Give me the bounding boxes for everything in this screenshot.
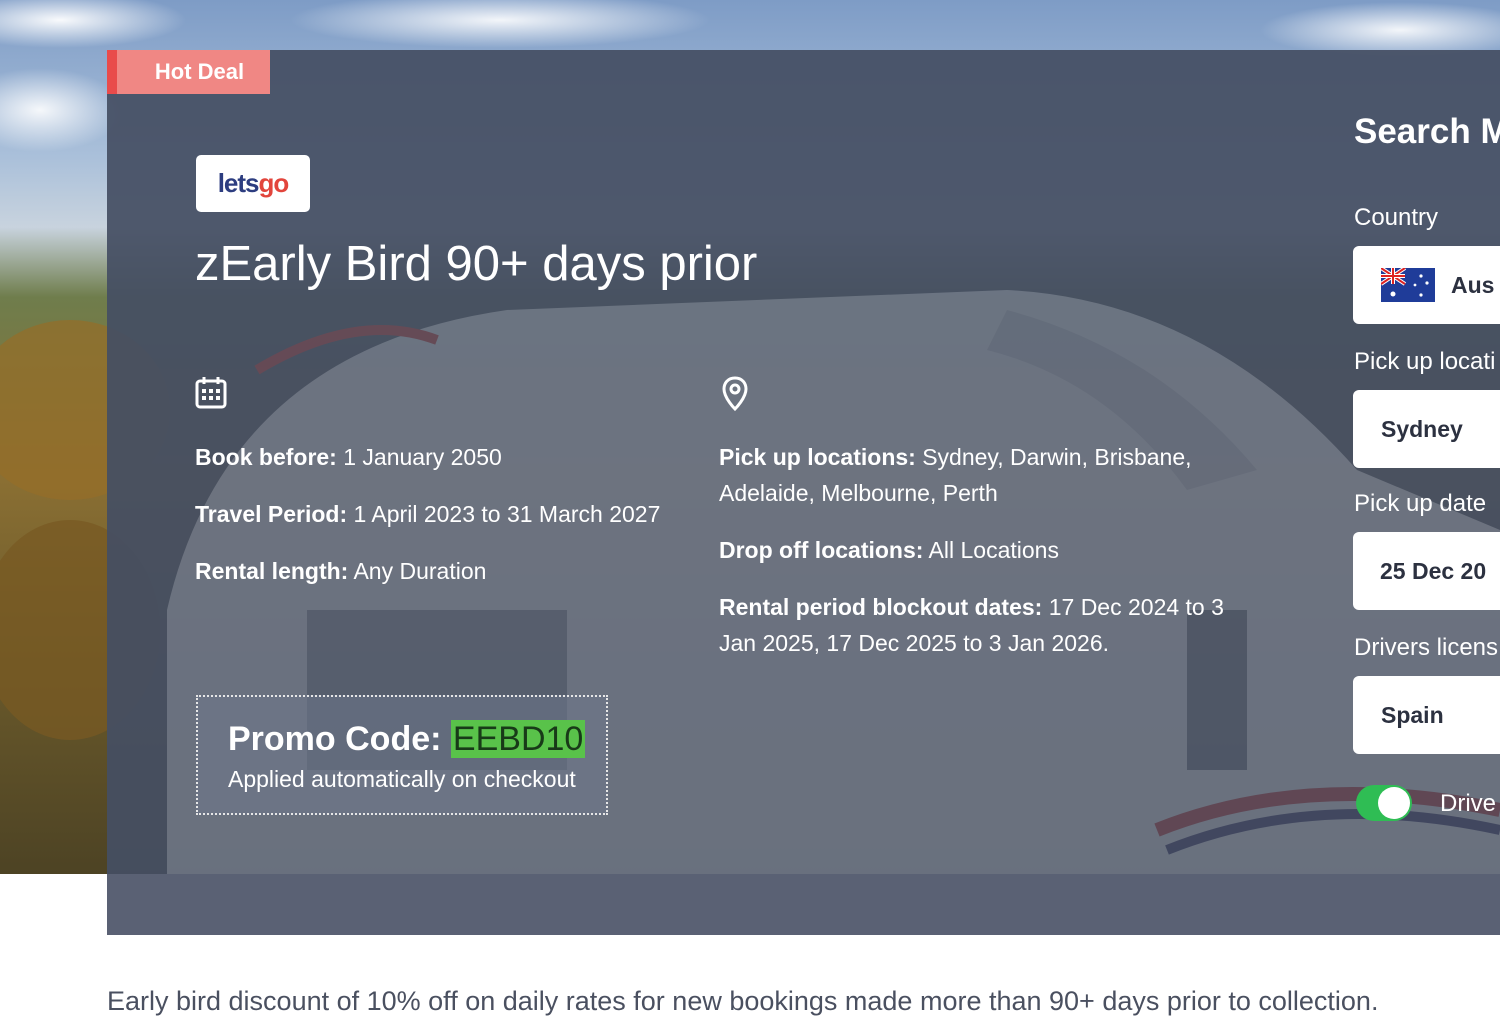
- deal-description: Early bird discount of 10% off on daily …: [107, 986, 1379, 1016]
- blockout-dates-label: Rental period blockout dates:: [719, 594, 1043, 620]
- hero-bottom-band: [107, 874, 1500, 935]
- travel-period-value: 1 April 2023 to 31 March 2027: [347, 501, 661, 527]
- toggle-knob: [1378, 787, 1410, 819]
- promo-code-box: Promo Code: EEBD10 Applied automatically…: [196, 695, 608, 815]
- driver-toggle-label: Drive: [1440, 790, 1497, 817]
- drivers-license-select[interactable]: Spain: [1353, 676, 1500, 754]
- pickup-location-select[interactable]: Sydney: [1353, 390, 1500, 468]
- pickup-date-value: 25 Dec 20: [1380, 557, 1487, 584]
- rental-length-label: Rental length:: [195, 558, 349, 584]
- country-label: Country: [1354, 204, 1439, 231]
- logo-text-lets: lets: [217, 168, 260, 198]
- logo-text-go: go: [258, 168, 290, 198]
- country-select[interactable]: Aus: [1353, 246, 1500, 324]
- pickup-location-label: Pick up locati: [1354, 348, 1496, 375]
- deal-hero-panel: Hot Deal lets go zEarly Bird 90+ days pri…: [107, 50, 1500, 935]
- map-pin-icon: [722, 376, 748, 412]
- australia-flag-icon: [1381, 268, 1435, 302]
- book-before-value: 1 January 2050: [336, 444, 502, 470]
- pickup-locations-info: Pick up locations: Sydney, Darwin, Brisb…: [719, 439, 1249, 511]
- dropoff-locations-info: Drop off locations: All Locations: [719, 532, 1249, 568]
- pickup-date-label: Pick up date: [1354, 490, 1487, 517]
- book-before-label: Book before:: [195, 444, 337, 470]
- travel-period-label: Travel Period:: [195, 501, 348, 527]
- pickup-location-value: Sydney: [1381, 415, 1463, 442]
- book-before-info: Book before: 1 January 2050: [195, 439, 715, 475]
- country-value: Aus: [1451, 271, 1495, 298]
- drivers-license-value: Spain: [1381, 701, 1444, 728]
- promo-code-note: Applied automatically on checkout: [228, 766, 576, 792]
- blockout-dates-info: Rental period blockout dates: 17 Dec 202…: [719, 589, 1239, 661]
- promo-code-value[interactable]: EEBD10: [450, 720, 586, 758]
- pickup-locations-label: Pick up locations:: [719, 444, 916, 470]
- letsgo-logo: lets go: [196, 155, 310, 212]
- search-motorhome-panel: Search M Country Aus Pick up locati Sydn…: [1353, 50, 1500, 874]
- deal-title: zEarly Bird 90+ days prior: [195, 237, 758, 291]
- driver-age-toggle[interactable]: [1356, 785, 1412, 821]
- drivers-license-label: Drivers licens: [1354, 634, 1499, 661]
- hot-deal-badge: Hot Deal: [107, 50, 270, 94]
- promo-code-label: Promo Code:: [228, 720, 451, 758]
- calendar-icon: [195, 377, 227, 409]
- pickup-date-input[interactable]: 25 Dec 20: [1353, 532, 1500, 610]
- rental-length-value: Any Duration: [348, 558, 487, 584]
- dropoff-locations-value: All Locations: [923, 537, 1059, 563]
- search-panel-title: Search M: [1354, 112, 1500, 151]
- travel-period-info: Travel Period: 1 April 2023 to 31 March …: [195, 496, 725, 532]
- rental-length-info: Rental length: Any Duration: [195, 553, 715, 589]
- promo-code-line: Promo Code: EEBD10: [228, 717, 606, 761]
- dropoff-locations-label: Drop off locations:: [719, 537, 924, 563]
